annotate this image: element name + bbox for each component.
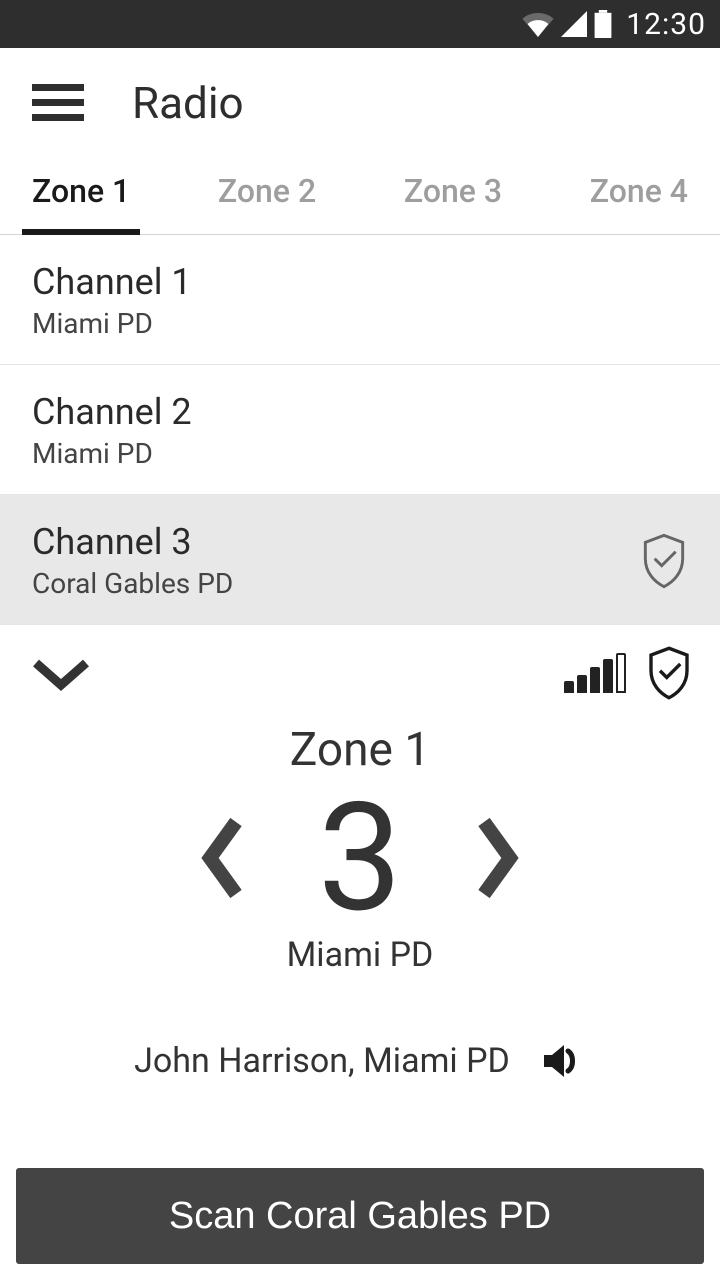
tab-zone-3[interactable]: Zone 3 <box>404 158 502 234</box>
channel-title: Channel 1 <box>32 261 192 303</box>
tab-zone-4[interactable]: Zone 4 <box>590 158 688 234</box>
current-pd-label: Miami PD <box>0 935 720 975</box>
menu-icon[interactable] <box>32 84 84 122</box>
caller-row: John Harrison, Miami PD <box>0 1037 720 1085</box>
channel-item[interactable]: Channel 1 Miami PD <box>0 235 720 365</box>
signal-strength-icon <box>564 653 626 693</box>
page-title: Radio <box>132 77 244 129</box>
channel-item[interactable]: Channel 3 Coral Gables PD <box>0 495 720 625</box>
speaker-icon[interactable] <box>538 1037 586 1085</box>
scan-button[interactable]: Scan Coral Gables PD <box>16 1168 704 1264</box>
channel-subtitle: Miami PD <box>32 307 192 340</box>
channel-list: Channel 1 Miami PD Channel 2 Miami PD Ch… <box>0 235 720 625</box>
status-time: 12:30 <box>626 7 706 42</box>
channel-item[interactable]: Channel 2 Miami PD <box>0 365 720 495</box>
chevron-left-icon[interactable] <box>198 808 246 908</box>
chevron-right-icon[interactable] <box>474 808 522 908</box>
channel-title: Channel 3 <box>32 521 233 563</box>
current-zone-label: Zone 1 <box>0 723 720 777</box>
shield-check-icon <box>646 646 692 700</box>
shield-check-icon <box>640 533 688 589</box>
caller-name: John Harrison, Miami PD <box>134 1041 510 1081</box>
channel-selector: 3 <box>0 783 720 933</box>
app-bar: Radio <box>0 48 720 158</box>
battery-icon <box>594 10 612 38</box>
tab-zone-2[interactable]: Zone 2 <box>218 158 316 234</box>
channel-number: 3 <box>318 783 402 933</box>
channel-title: Channel 2 <box>32 391 192 433</box>
chevron-down-icon[interactable] <box>28 653 94 693</box>
tab-zone-1[interactable]: Zone 1 <box>32 158 130 234</box>
status-bar: 12:30 <box>0 0 720 48</box>
wifi-icon <box>522 11 554 37</box>
zone-tabs: Zone 1 Zone 2 Zone 3 Zone 4 <box>0 158 720 235</box>
channel-subtitle: Miami PD <box>32 437 192 470</box>
control-header <box>0 625 720 705</box>
channel-subtitle: Coral Gables PD <box>32 567 233 600</box>
cellular-icon <box>560 11 588 37</box>
